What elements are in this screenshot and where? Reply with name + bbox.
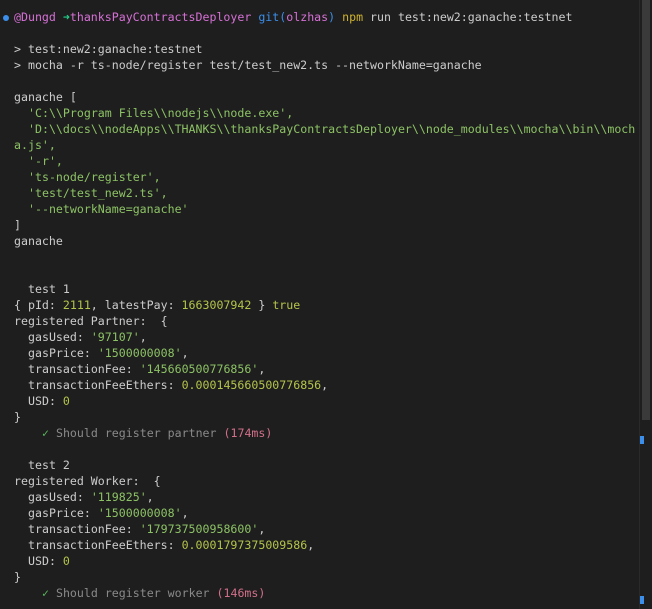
field-gas-used: gasUsed: '97107', bbox=[14, 329, 640, 345]
field-key: USD: bbox=[28, 394, 63, 408]
scroll-marker-icon bbox=[640, 596, 644, 604]
field-transaction-fee-ethers: transactionFeeEthers: 0.0001456605007768… bbox=[14, 377, 640, 393]
duration: (174ms) bbox=[223, 426, 273, 440]
field-key: gasUsed: bbox=[28, 330, 91, 344]
obj-mid: , latestPay: bbox=[90, 298, 182, 312]
field-value: '1500000008' bbox=[97, 506, 182, 520]
test-1-title: test 1 bbox=[28, 282, 70, 296]
field-key: gasPrice: bbox=[28, 506, 98, 520]
comma: , bbox=[258, 362, 266, 376]
field-value: '145660500776856' bbox=[139, 362, 259, 376]
git-branch: olzhas bbox=[286, 10, 329, 24]
check-icon: ✓ bbox=[42, 586, 49, 600]
terminal-output[interactable]: @Dungd ➜thanksPayContractsDeployer git(o… bbox=[0, 0, 640, 609]
comma: , bbox=[146, 490, 154, 504]
test-2-result: ✓ Should register worker (146ms) bbox=[14, 585, 640, 601]
argv-item: 'test/test_new2.ts', bbox=[28, 186, 168, 200]
latest-pay-value: 1663007942 bbox=[181, 298, 252, 312]
field-key: USD: bbox=[28, 554, 63, 568]
field-usd: USD: 0 bbox=[14, 393, 640, 409]
command-name: npm bbox=[342, 10, 364, 24]
network-name-output: ganache bbox=[14, 234, 63, 248]
scrollbar-thumb[interactable] bbox=[642, 0, 650, 420]
registered-worker-label: registered Worker: { bbox=[14, 474, 161, 488]
argv-item: 'C:\\Program Files\\nodejs\\node.exe', bbox=[28, 106, 294, 120]
command-args: run test:new2:ganache:testnet bbox=[370, 10, 573, 24]
npm-script-line: > test:new2:ganache:testnet bbox=[14, 42, 203, 56]
bool-value: true bbox=[272, 298, 301, 312]
registered-partner-label: registered Partner: { bbox=[14, 314, 168, 328]
field-transaction-fee: transactionFee: '145660500776856', bbox=[14, 361, 640, 377]
test-2-title: test 2 bbox=[28, 458, 70, 472]
prompt-line: @Dungd ➜thanksPayContractsDeployer git(o… bbox=[14, 9, 640, 25]
field-gas-price: gasPrice: '1500000008', bbox=[14, 505, 640, 521]
argv-item: 'ts-node/register', bbox=[28, 170, 161, 184]
duration: (146ms) bbox=[216, 586, 266, 600]
field-value: '119825' bbox=[90, 490, 147, 504]
field-gas-price: gasPrice: '1500000008', bbox=[14, 345, 640, 361]
test-1-object-line: { pId: 2111, latestPay: 1663007942 } tru… bbox=[14, 297, 640, 313]
comma: , bbox=[307, 538, 315, 552]
field-value: 0.0001797375009586 bbox=[181, 538, 308, 552]
argv-header: ganache [ bbox=[14, 90, 77, 104]
field-value: '97107' bbox=[90, 330, 140, 344]
field-transaction-fee: transactionFee: '179737500958600', bbox=[14, 521, 640, 537]
field-key: transactionFeeEthers: bbox=[28, 378, 182, 392]
argv-close: ] bbox=[14, 218, 21, 232]
field-key: gasPrice: bbox=[28, 346, 98, 360]
comma: , bbox=[181, 346, 189, 360]
field-usd: USD: 0 bbox=[14, 553, 640, 569]
pid-value: 2111 bbox=[62, 298, 91, 312]
obj-close: } bbox=[251, 298, 273, 312]
field-value: '1500000008' bbox=[97, 346, 182, 360]
object-close: } bbox=[14, 410, 21, 424]
field-key: gasUsed: bbox=[28, 490, 91, 504]
comma: , bbox=[258, 522, 266, 536]
field-value: 0.000145660500776856 bbox=[181, 378, 322, 392]
comma: , bbox=[321, 378, 329, 392]
prompt-directory: thanksPayContractsDeployer bbox=[69, 10, 252, 24]
argv-item-wrap: a.js', bbox=[14, 138, 56, 152]
pass-text: Should register worker bbox=[55, 586, 210, 600]
argv-item: 'D:\\docs\\nodeApps\\THANKS\\thanksPayCo… bbox=[28, 122, 636, 136]
git-label-close: ) bbox=[328, 10, 336, 24]
comma: , bbox=[181, 506, 189, 520]
prompt-user: @Dungd bbox=[14, 10, 56, 24]
field-value: 0 bbox=[62, 394, 70, 408]
pass-text: Should register partner bbox=[55, 426, 217, 440]
field-transaction-fee-ethers: transactionFeeEthers: 0.0001797375009586… bbox=[14, 537, 640, 553]
field-gas-used: gasUsed: '119825', bbox=[14, 489, 640, 505]
field-key: transactionFee: bbox=[28, 362, 140, 376]
object-close: } bbox=[14, 570, 21, 584]
comma: , bbox=[139, 330, 147, 344]
field-value: '179737500958600' bbox=[139, 522, 259, 536]
check-icon: ✓ bbox=[42, 426, 49, 440]
argv-item: '-r', bbox=[28, 154, 63, 168]
field-key: transactionFee: bbox=[28, 522, 140, 536]
git-label: git( bbox=[258, 10, 287, 24]
scroll-marker-icon bbox=[640, 436, 644, 444]
terminal-scrollbar[interactable] bbox=[639, 0, 652, 609]
obj-open: { pId: bbox=[14, 298, 63, 312]
prompt-arrow-icon: ➜ bbox=[62, 10, 70, 24]
test-1-result: ✓ Should register partner (174ms) bbox=[14, 425, 640, 441]
field-value: 0 bbox=[62, 554, 70, 568]
argv-item: '--networkName=ganache' bbox=[28, 202, 189, 216]
field-key: transactionFeeEthers: bbox=[28, 538, 182, 552]
npm-command-line: > mocha -r ts-node/register test/test_ne… bbox=[14, 58, 482, 72]
prompt-status-dot-icon bbox=[3, 15, 9, 21]
